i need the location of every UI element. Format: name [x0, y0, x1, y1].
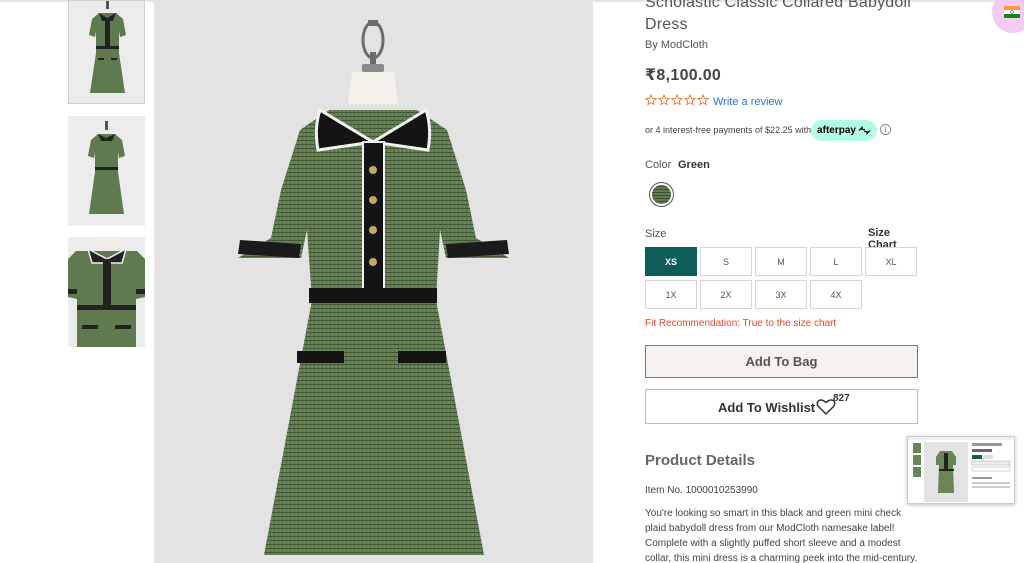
afterpay-badge[interactable]: afterpay [811, 120, 877, 141]
country-selector[interactable] [992, 0, 1024, 33]
star-icon [645, 94, 657, 106]
star-icon [684, 94, 696, 106]
size-option-1x[interactable]: 1X [645, 280, 697, 309]
fit-recommendation: Fit Recommendation: True to the size cha… [645, 318, 837, 329]
star-icon [697, 94, 709, 106]
add-to-bag-button[interactable]: Add To Bag [645, 345, 918, 378]
thumbnail-detail[interactable] [68, 237, 145, 347]
wishlist-count: 827 [833, 393, 850, 404]
product-title: Scholastic Classic Collared Babydoll Dre… [645, 0, 911, 33]
color-swatch-green[interactable] [649, 182, 674, 207]
product-description: You're looking so smart in this black an… [645, 508, 918, 563]
item-number: Item No. 1000010253990 [645, 485, 758, 496]
color-label: Color [645, 159, 672, 171]
wishlist-label: Add To Wishlist [718, 400, 816, 415]
screenshot-preview[interactable] [907, 436, 1015, 504]
dress-thumbnail-image [69, 1, 144, 103]
rating-stars[interactable] [645, 94, 709, 108]
preview-thumbnail [908, 437, 1014, 503]
add-to-wishlist-button[interactable]: Add To Wishlist 827 [645, 389, 918, 424]
write-review-link[interactable]: Write a review [713, 96, 782, 108]
size-option-m[interactable]: M [755, 247, 807, 276]
afterpay-label: afterpay [817, 125, 856, 136]
size-option-2x[interactable]: 2X [700, 280, 752, 309]
dress-thumbnail-image [68, 116, 145, 226]
swatch-fill [652, 185, 671, 204]
size-option-xs[interactable]: XS [645, 247, 697, 276]
size-option-l[interactable]: L [810, 247, 862, 276]
thumbnail-back[interactable] [68, 116, 145, 226]
color-value: Green [678, 159, 710, 171]
size-label: Size [645, 228, 667, 240]
main-product-image[interactable] [154, 0, 593, 563]
thumbnail-front[interactable] [68, 0, 145, 104]
dress-thumbnail-image [68, 237, 145, 347]
info-icon[interactable]: i [880, 124, 891, 135]
star-icon [671, 94, 683, 106]
size-option-3x[interactable]: 3X [755, 280, 807, 309]
size-option-4x[interactable]: 4X [810, 280, 862, 309]
product-brand: By ModCloth [645, 39, 708, 51]
installment-text: or 4 interest-free payments of $22.25 wi… [645, 125, 812, 135]
size-option-s[interactable]: S [700, 247, 752, 276]
product-price: ₹8,100.00 [645, 67, 722, 84]
dress-image [154, 0, 593, 563]
star-icon [658, 94, 670, 106]
size-option-xl[interactable]: XL [865, 247, 917, 276]
afterpay-arrows-icon [858, 126, 871, 135]
india-flag-icon [1004, 6, 1020, 18]
product-details-heading: Product Details [645, 452, 756, 469]
